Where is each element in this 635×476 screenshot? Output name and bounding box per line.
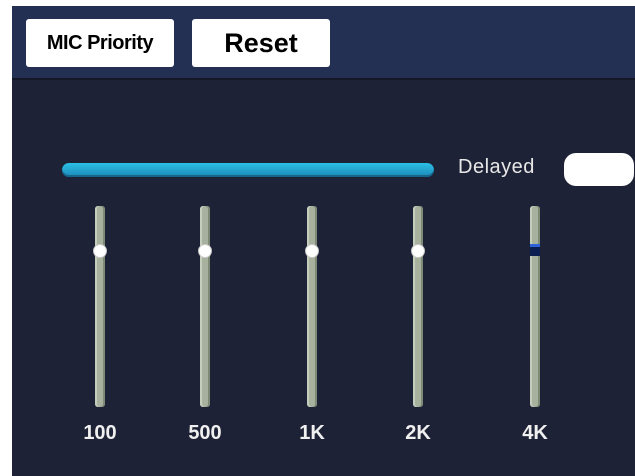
slider-track xyxy=(95,206,105,407)
band-slider-1k[interactable] xyxy=(299,206,325,407)
band-label-1k: 1K xyxy=(299,422,325,444)
reset-button[interactable]: Reset xyxy=(192,19,330,67)
slider-knob-selected[interactable] xyxy=(530,244,540,256)
master-level-slider[interactable] xyxy=(62,163,434,177)
band-label-4k: 4K xyxy=(522,422,548,444)
slider-track xyxy=(200,206,210,407)
band-slider-100[interactable] xyxy=(87,206,113,407)
slider-track xyxy=(307,206,317,407)
slider-knob[interactable] xyxy=(94,245,106,257)
band-label-100: 100 xyxy=(83,422,117,444)
delayed-toggle[interactable] xyxy=(564,153,634,186)
mic-priority-button[interactable]: MIC Priority xyxy=(26,19,174,67)
slider-track xyxy=(413,206,423,407)
equalizer-panel: MIC Priority Reset Delayed 100 500 1K 2K… xyxy=(12,6,635,476)
delayed-label: Delayed xyxy=(458,156,535,178)
slider-track xyxy=(530,206,540,407)
band-slider-4k[interactable] xyxy=(522,206,548,407)
band-label-2k: 2K xyxy=(405,422,431,444)
slider-knob[interactable] xyxy=(199,245,211,257)
slider-knob[interactable] xyxy=(412,245,424,257)
top-toolbar: MIC Priority Reset xyxy=(12,6,635,80)
slider-knob[interactable] xyxy=(306,245,318,257)
band-slider-2k[interactable] xyxy=(405,206,431,407)
band-slider-500[interactable] xyxy=(192,206,218,407)
band-label-500: 500 xyxy=(188,422,222,444)
